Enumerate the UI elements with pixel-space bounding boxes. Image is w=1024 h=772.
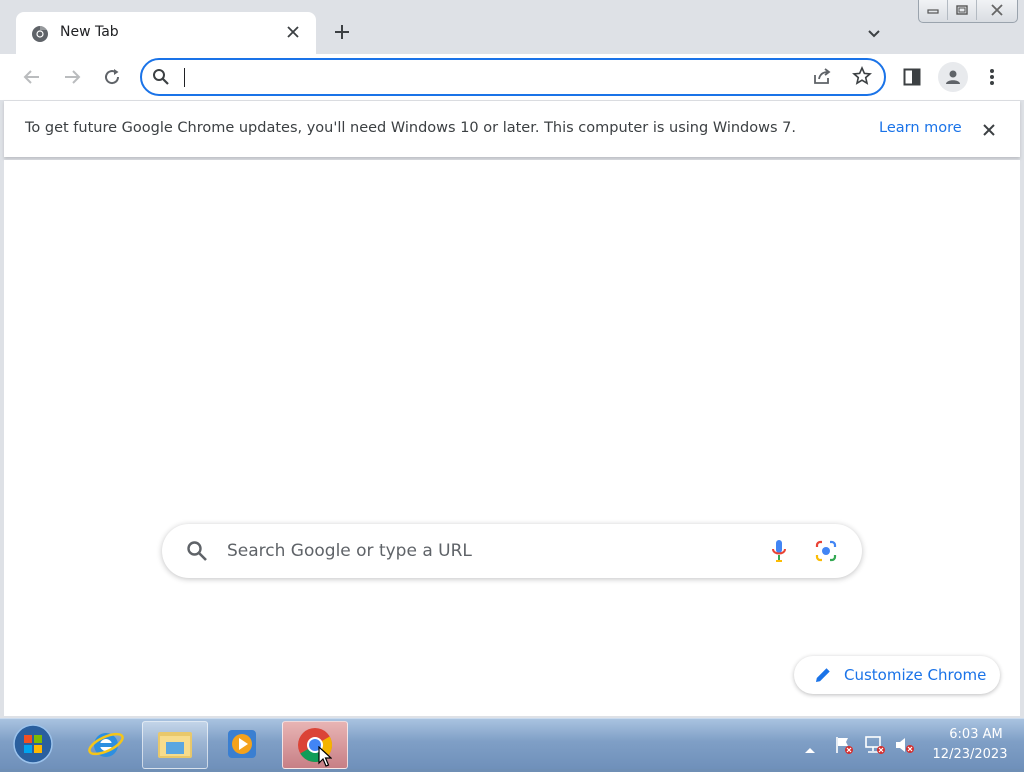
forward-arrow-icon[interactable] — [58, 63, 86, 91]
network-icon[interactable] — [864, 735, 886, 759]
google-lens-camera-icon[interactable] — [814, 539, 838, 567]
volume-muted-icon[interactable] — [894, 735, 916, 759]
tab-new-tab[interactable]: New Tab — [16, 12, 316, 54]
minimize-icon[interactable] — [919, 0, 947, 20]
window-controls — [918, 0, 1018, 23]
windows-explorer-folder-icon[interactable] — [142, 721, 208, 769]
toolbar — [0, 54, 1024, 100]
chrome-favicon-icon — [30, 24, 50, 44]
search-icon — [186, 540, 208, 566]
system-tray: 6:03 AM 12/23/2023 — [800, 719, 1024, 769]
close-window-icon[interactable] — [976, 0, 1017, 20]
close-tab-icon[interactable] — [284, 23, 302, 41]
maximize-icon[interactable] — [947, 0, 976, 20]
tab-search-chevron-down-icon[interactable] — [862, 22, 886, 46]
windows-taskbar: 6:03 AM 12/23/2023 — [0, 718, 1024, 769]
customize-chrome-label: Customize Chrome — [844, 666, 987, 684]
update-infobar: To get future Google Chrome updates, you… — [4, 100, 1020, 157]
voice-search-mic-icon[interactable] — [770, 538, 788, 568]
reload-icon[interactable] — [98, 63, 126, 91]
ntp-search-box[interactable]: Search Google or type a URL — [162, 524, 862, 578]
address-input[interactable] — [182, 64, 786, 92]
infobar-message: To get future Google Chrome updates, you… — [25, 120, 796, 136]
bookmark-star-icon[interactable] — [852, 66, 872, 90]
ntp-search-placeholder: Search Google or type a URL — [227, 541, 472, 561]
customize-chrome-button[interactable]: Customize Chrome — [794, 656, 1000, 694]
tab-title: New Tab — [60, 24, 119, 40]
clock-time[interactable]: 6:03 AM — [936, 727, 1016, 742]
more-menu-icon[interactable] — [978, 63, 1006, 91]
side-panel-icon[interactable] — [898, 63, 926, 91]
mouse-cursor-icon — [318, 745, 333, 772]
pencil-icon — [814, 666, 832, 688]
google-chrome-taskbar-icon[interactable] — [282, 721, 348, 769]
share-icon[interactable] — [812, 66, 832, 90]
start-orb-icon[interactable] — [10, 722, 56, 766]
text-caret — [184, 68, 185, 87]
new-tab-plus-icon[interactable] — [330, 20, 354, 44]
profile-avatar-icon[interactable] — [938, 62, 968, 92]
chrome-window: New Tab To get future Google Chrome upda… — [0, 0, 1024, 718]
tab-strip: New Tab — [0, 0, 1024, 54]
action-center-flag-icon[interactable] — [834, 735, 854, 759]
search-icon — [152, 68, 170, 90]
new-tab-page: Search Google or type a URL Customize Ch… — [4, 160, 1020, 716]
media-player-icon[interactable] — [210, 721, 274, 767]
clock-date[interactable]: 12/23/2023 — [924, 747, 1016, 762]
close-infobar-icon[interactable] — [979, 120, 999, 140]
show-hidden-icons-chevron-up-icon[interactable] — [804, 739, 816, 758]
omnibox[interactable] — [140, 58, 886, 96]
learn-more-link[interactable]: Learn more — [879, 120, 962, 136]
back-arrow-icon[interactable] — [18, 63, 46, 91]
internet-explorer-icon[interactable] — [74, 721, 138, 767]
